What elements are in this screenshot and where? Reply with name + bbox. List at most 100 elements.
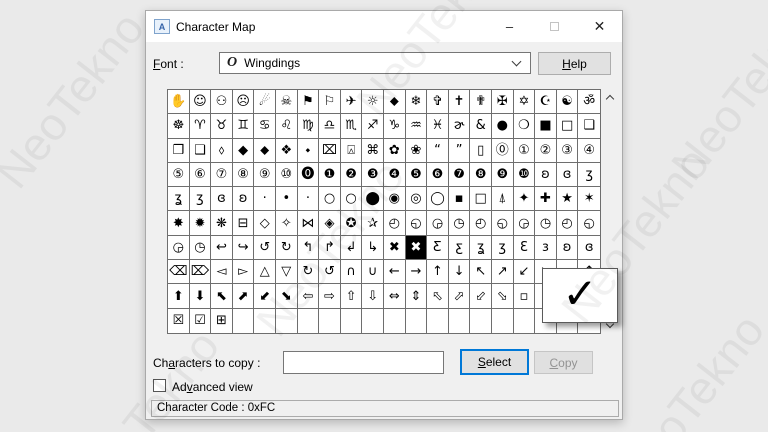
help-button[interactable]: Help	[538, 52, 611, 75]
char-cell[interactable]: ↻	[298, 260, 320, 284]
char-cell[interactable]: ✶	[578, 187, 600, 211]
char-cell[interactable]: ↱	[319, 236, 341, 260]
char-cell[interactable]: ❻	[427, 163, 449, 187]
char-cell[interactable]: ⬋	[254, 284, 276, 308]
char-cell[interactable]	[362, 309, 384, 333]
char-cell[interactable]: ❾	[492, 163, 514, 187]
char-cell[interactable]: ❒	[168, 139, 190, 163]
char-cell[interactable]: ❀	[406, 139, 428, 163]
char-cell[interactable]: ❺	[406, 163, 428, 187]
char-cell[interactable]: ❑	[190, 139, 212, 163]
advanced-view-checkbox[interactable]	[153, 379, 166, 392]
char-cell[interactable]: ❽	[470, 163, 492, 187]
char-cell[interactable]: ⬃	[470, 284, 492, 308]
advanced-view-label[interactable]: Advanced view	[172, 380, 253, 394]
char-cell[interactable]: ⇔	[384, 284, 406, 308]
char-cell[interactable]	[427, 309, 449, 333]
char-cell[interactable]: □	[470, 187, 492, 211]
char-cell[interactable]: ·	[298, 187, 320, 211]
char-cell[interactable]	[254, 309, 276, 333]
char-cell[interactable]	[470, 309, 492, 333]
char-cell[interactable]: ◵	[578, 211, 600, 235]
char-cell[interactable]: ☹	[233, 90, 255, 114]
characters-to-copy-input[interactable]	[283, 351, 444, 374]
char-cell[interactable]: ⑥	[190, 163, 212, 187]
char-cell[interactable]: ✈	[341, 90, 363, 114]
minimize-button[interactable]: –	[487, 11, 532, 42]
char-cell[interactable]: ◅	[211, 260, 233, 284]
char-cell[interactable]: ʓ	[470, 236, 492, 260]
char-cell[interactable]: ❿	[514, 163, 536, 187]
char-cell[interactable]: ↖	[470, 260, 492, 284]
char-cell[interactable]: ◯	[427, 187, 449, 211]
char-cell[interactable]: ❑	[578, 114, 600, 138]
char-cell[interactable]: ⌘	[362, 139, 384, 163]
char-cell[interactable]: ⚐	[319, 90, 341, 114]
char-cell[interactable]: ◆	[233, 139, 255, 163]
char-cell[interactable]: ⌧	[319, 139, 341, 163]
char-cell[interactable]: ↺	[319, 260, 341, 284]
char-cell[interactable]: ⋈	[298, 211, 320, 235]
char-cell[interactable]: ❋	[211, 211, 233, 235]
char-cell[interactable]: ʚ	[233, 187, 255, 211]
char-cell[interactable]: ▽	[276, 260, 298, 284]
char-cell[interactable]: ◷	[449, 211, 471, 235]
char-cell[interactable]: ⬆	[168, 284, 190, 308]
char-cell[interactable]: ◉	[384, 187, 406, 211]
char-cell[interactable]: ♌	[276, 114, 298, 138]
char-cell[interactable]: ②	[535, 139, 557, 163]
char-cell[interactable]: ♒	[406, 114, 428, 138]
char-cell[interactable]: ⬤	[362, 187, 384, 211]
char-cell[interactable]: ⓿	[298, 163, 320, 187]
char-cell[interactable]: ⬇	[190, 284, 212, 308]
char-cell[interactable]: ɜ	[535, 236, 557, 260]
char-cell[interactable]: ✹	[190, 211, 212, 235]
char-cell[interactable]: ⓪	[492, 139, 514, 163]
char-cell[interactable]: ⑨	[254, 163, 276, 187]
close-button[interactable]: ✕	[577, 11, 622, 42]
char-cell[interactable]: ⬥	[254, 139, 276, 163]
char-cell[interactable]: ✰	[362, 211, 384, 235]
char-cell[interactable]: ▻	[233, 260, 255, 284]
char-cell[interactable]: ↩	[211, 236, 233, 260]
char-cell[interactable]: △	[254, 260, 276, 284]
char-cell[interactable]: ✋	[168, 90, 190, 114]
char-cell[interactable]: ∩	[341, 260, 363, 284]
char-cell[interactable]: ↰	[298, 236, 320, 260]
char-cell[interactable]: ⑧	[233, 163, 255, 187]
char-cell[interactable]: ❷	[341, 163, 363, 187]
char-cell[interactable]: ⬨	[211, 139, 233, 163]
char-cell[interactable]: ♉	[211, 114, 233, 138]
char-cell[interactable]: ✠	[492, 90, 514, 114]
char-cell[interactable]: Ɛ	[514, 236, 536, 260]
char-cell[interactable]: ʚ	[535, 163, 557, 187]
char-cell[interactable]: ✧	[276, 211, 298, 235]
char-cell[interactable]: ⚇	[211, 90, 233, 114]
char-cell[interactable]: ♋	[254, 114, 276, 138]
char-cell[interactable]: ✿	[384, 139, 406, 163]
char-cell[interactable]: ✪	[341, 211, 363, 235]
char-cell[interactable]: ↪	[233, 236, 255, 260]
char-cell[interactable]: ⇦	[298, 284, 320, 308]
char-cell[interactable]: ◴	[557, 211, 579, 235]
char-cell[interactable]: ☒	[168, 309, 190, 333]
char-cell[interactable]: ◶	[514, 211, 536, 235]
char-cell[interactable]: ❼	[449, 163, 471, 187]
char-cell[interactable]: ✡	[514, 90, 536, 114]
char-cell[interactable]: ◴	[470, 211, 492, 235]
char-cell[interactable]: ◶	[427, 211, 449, 235]
char-cell[interactable]	[298, 309, 320, 333]
char-cell[interactable]	[449, 309, 471, 333]
char-cell[interactable]: ♍	[298, 114, 320, 138]
char-cell[interactable]: ✚	[535, 187, 557, 211]
char-cell[interactable]: □	[557, 114, 579, 138]
char-cell[interactable]: ɞ	[557, 163, 579, 187]
char-cell[interactable]: &	[470, 114, 492, 138]
char-cell[interactable]: ❖	[276, 139, 298, 163]
char-cell[interactable]: ▫	[514, 284, 536, 308]
select-button[interactable]: Select	[460, 349, 529, 375]
char-cell[interactable]: ▯	[470, 139, 492, 163]
char-cell[interactable]: ✖	[384, 236, 406, 260]
char-cell[interactable]: ▪	[449, 187, 471, 211]
char-cell[interactable]: ☠	[276, 90, 298, 114]
